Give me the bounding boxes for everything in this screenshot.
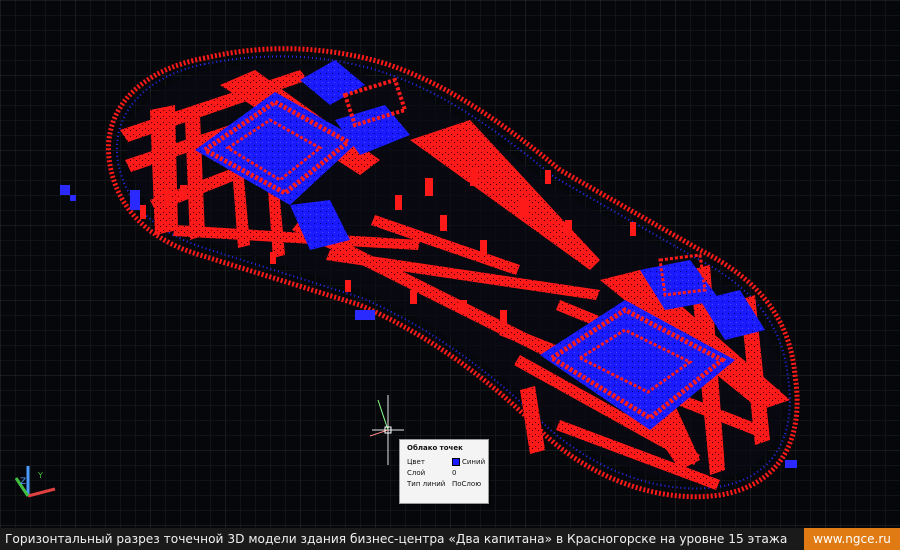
- svg-text:Z: Z: [20, 477, 26, 487]
- image-caption: Горизонтальный разрез точечной 3D модели…: [5, 532, 788, 546]
- model-viewport[interactable]: Z Y Облако точек Цвет Синий Слой 0 Тип л…: [0, 0, 900, 528]
- tooltip-label: Цвет: [407, 457, 425, 466]
- tooltip-value: Синий: [462, 457, 486, 466]
- point-cloud-tooltip: Облако точек Цвет Синий Слой 0 Тип линий…: [399, 439, 489, 504]
- caption-bar: Горизонтальный разрез точечной 3D модели…: [0, 528, 900, 550]
- tooltip-row-linetype: Тип линий ПоСлою: [400, 478, 488, 489]
- tooltip-label: Тип линий: [407, 479, 446, 488]
- tooltip-row-color: Цвет Синий: [400, 456, 488, 467]
- tooltip-row-layer: Слой 0: [400, 467, 488, 478]
- site-link[interactable]: www.ngce.ru: [804, 528, 900, 550]
- color-swatch: [452, 457, 460, 466]
- tooltip-value: 0: [452, 468, 457, 477]
- tooltip-title: Облако точек: [407, 444, 463, 452]
- tooltip-value: ПоСлою: [452, 479, 482, 488]
- tooltip-label: Слой: [407, 468, 426, 477]
- svg-text:Y: Y: [37, 471, 43, 480]
